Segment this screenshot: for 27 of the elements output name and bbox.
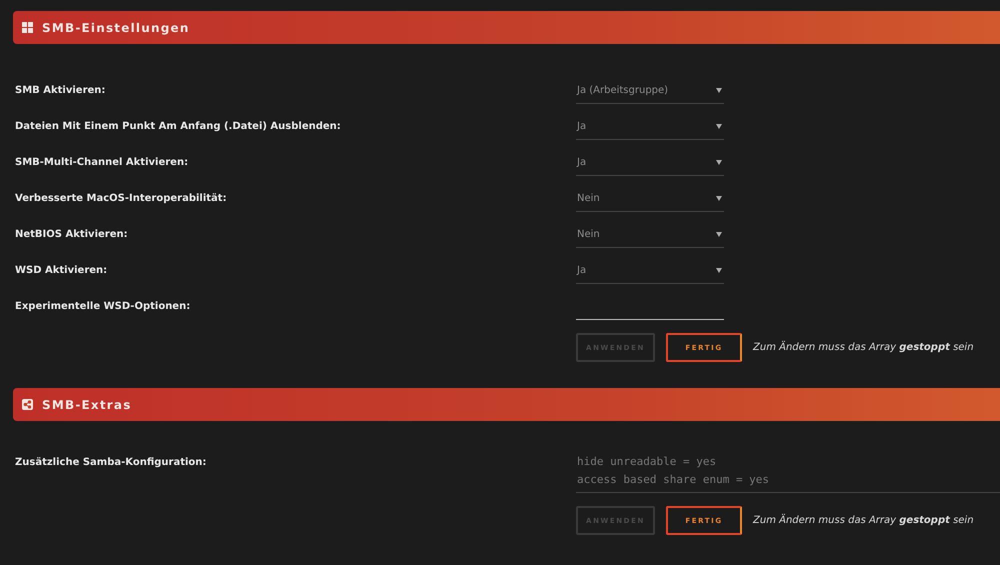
- windows-icon: [22, 22, 33, 33]
- caret-icon: [716, 160, 722, 165]
- field-label: WSD Aktivieren:: [15, 264, 108, 276]
- field-label: Verbesserte MacOS-Interoperabilität:: [15, 192, 228, 204]
- field-label: SMB-Multi-Channel Aktivieren:: [15, 156, 190, 168]
- caret-icon: [716, 232, 722, 237]
- dropdown-field[interactable]: Ja (Arbeitsgruppe): [576, 78, 724, 104]
- dropdown-field[interactable]: Nein: [576, 222, 724, 248]
- section-title: SMB-Einstellungen: [42, 20, 190, 34]
- caret-icon: [716, 124, 722, 129]
- config-textarea[interactable]: hide unreadable = yes access based share enum = yes: [576, 453, 1000, 493]
- dropdown-field[interactable]: Nein: [576, 186, 724, 212]
- dropdown-field[interactable]: Ja: [576, 114, 724, 140]
- dropdown-field[interactable]: Ja: [576, 150, 724, 176]
- dropdown-field[interactable]: Ja: [576, 258, 724, 284]
- caret-icon: [716, 88, 722, 93]
- field-label: Dateien Mit Einem Punkt Am Anfang (.Datei) Ausblenden:: [15, 120, 342, 132]
- field-label: Zusätzliche Samba-Konfiguration:: [15, 456, 208, 468]
- field-label: SMB Aktivieren:: [15, 84, 106, 96]
- field-label: Experimentelle WSD-Optionen:: [15, 300, 192, 312]
- caret-icon: [716, 196, 722, 201]
- array-stopped-note: Zum Ändern muss das Array gestoppt sein: [753, 342, 974, 353]
- section-title: SMB-Extras: [42, 398, 132, 412]
- array-stopped-note: Zum Ändern muss das Array gestoppt sein: [753, 515, 974, 526]
- field-label: NetBIOS Aktivieren:: [15, 228, 129, 240]
- caret-icon: [716, 268, 722, 273]
- share-icon: [22, 399, 33, 410]
